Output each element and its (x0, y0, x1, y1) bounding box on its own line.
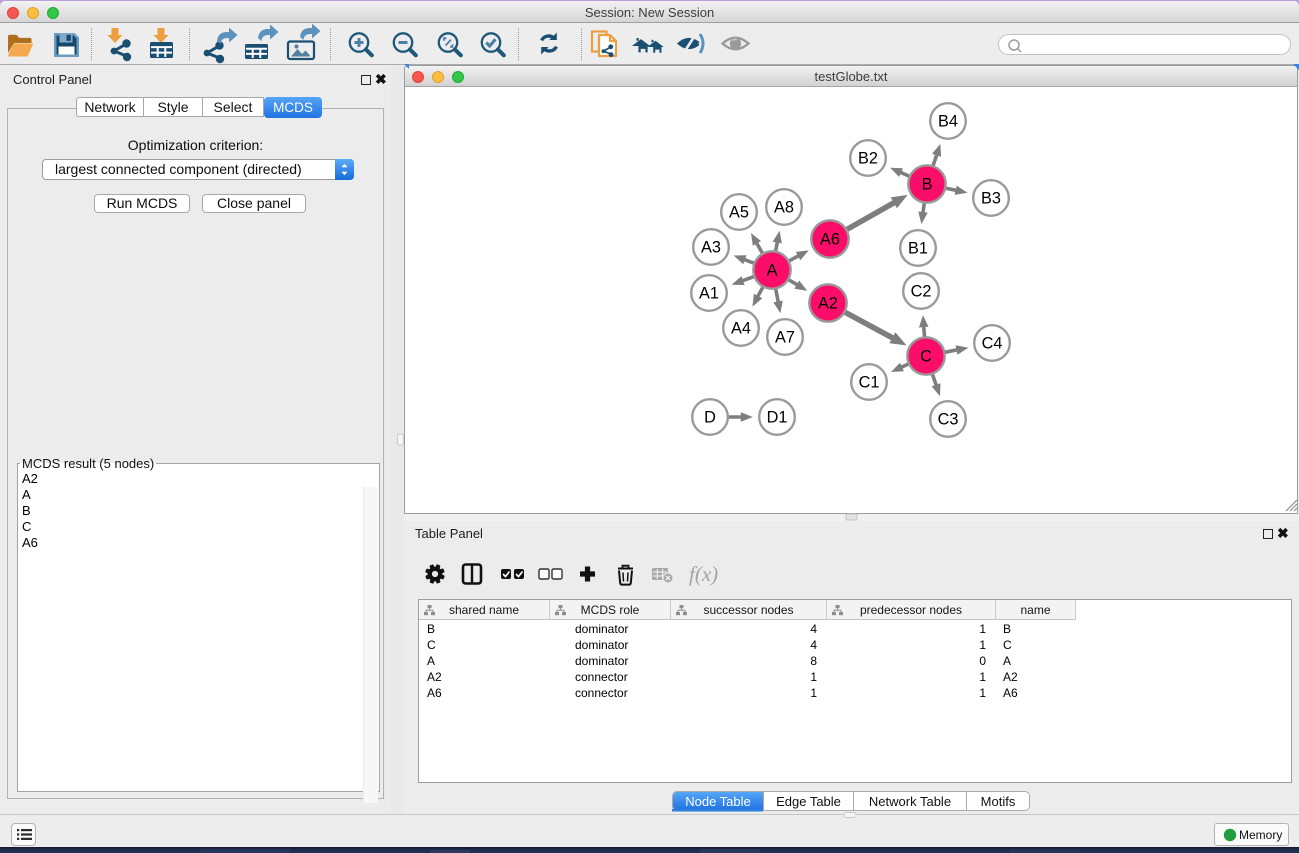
svg-text:A5: A5 (729, 204, 749, 222)
svg-text:C4: C4 (982, 335, 1003, 353)
svg-text:B3: B3 (981, 190, 1001, 208)
svg-text:B1: B1 (908, 240, 928, 258)
svg-text:B: B (922, 176, 933, 194)
svg-text:A7: A7 (775, 329, 795, 347)
svg-text:C1: C1 (859, 374, 880, 392)
svg-text:B2: B2 (858, 150, 878, 168)
svg-text:A8: A8 (774, 199, 794, 217)
svg-text:C3: C3 (938, 411, 959, 429)
svg-text:A3: A3 (701, 239, 721, 257)
svg-text:A4: A4 (731, 320, 751, 338)
svg-text:C: C (920, 348, 932, 366)
svg-text:A: A (767, 262, 778, 280)
svg-text:A1: A1 (699, 285, 719, 303)
svg-text:A6: A6 (820, 231, 840, 249)
svg-text:A2: A2 (818, 295, 838, 313)
svg-text:D: D (704, 409, 716, 427)
svg-text:C2: C2 (911, 283, 932, 301)
svg-text:B4: B4 (938, 113, 958, 131)
svg-text:D1: D1 (767, 409, 788, 427)
svg-text:f(x): f(x) (689, 562, 718, 586)
